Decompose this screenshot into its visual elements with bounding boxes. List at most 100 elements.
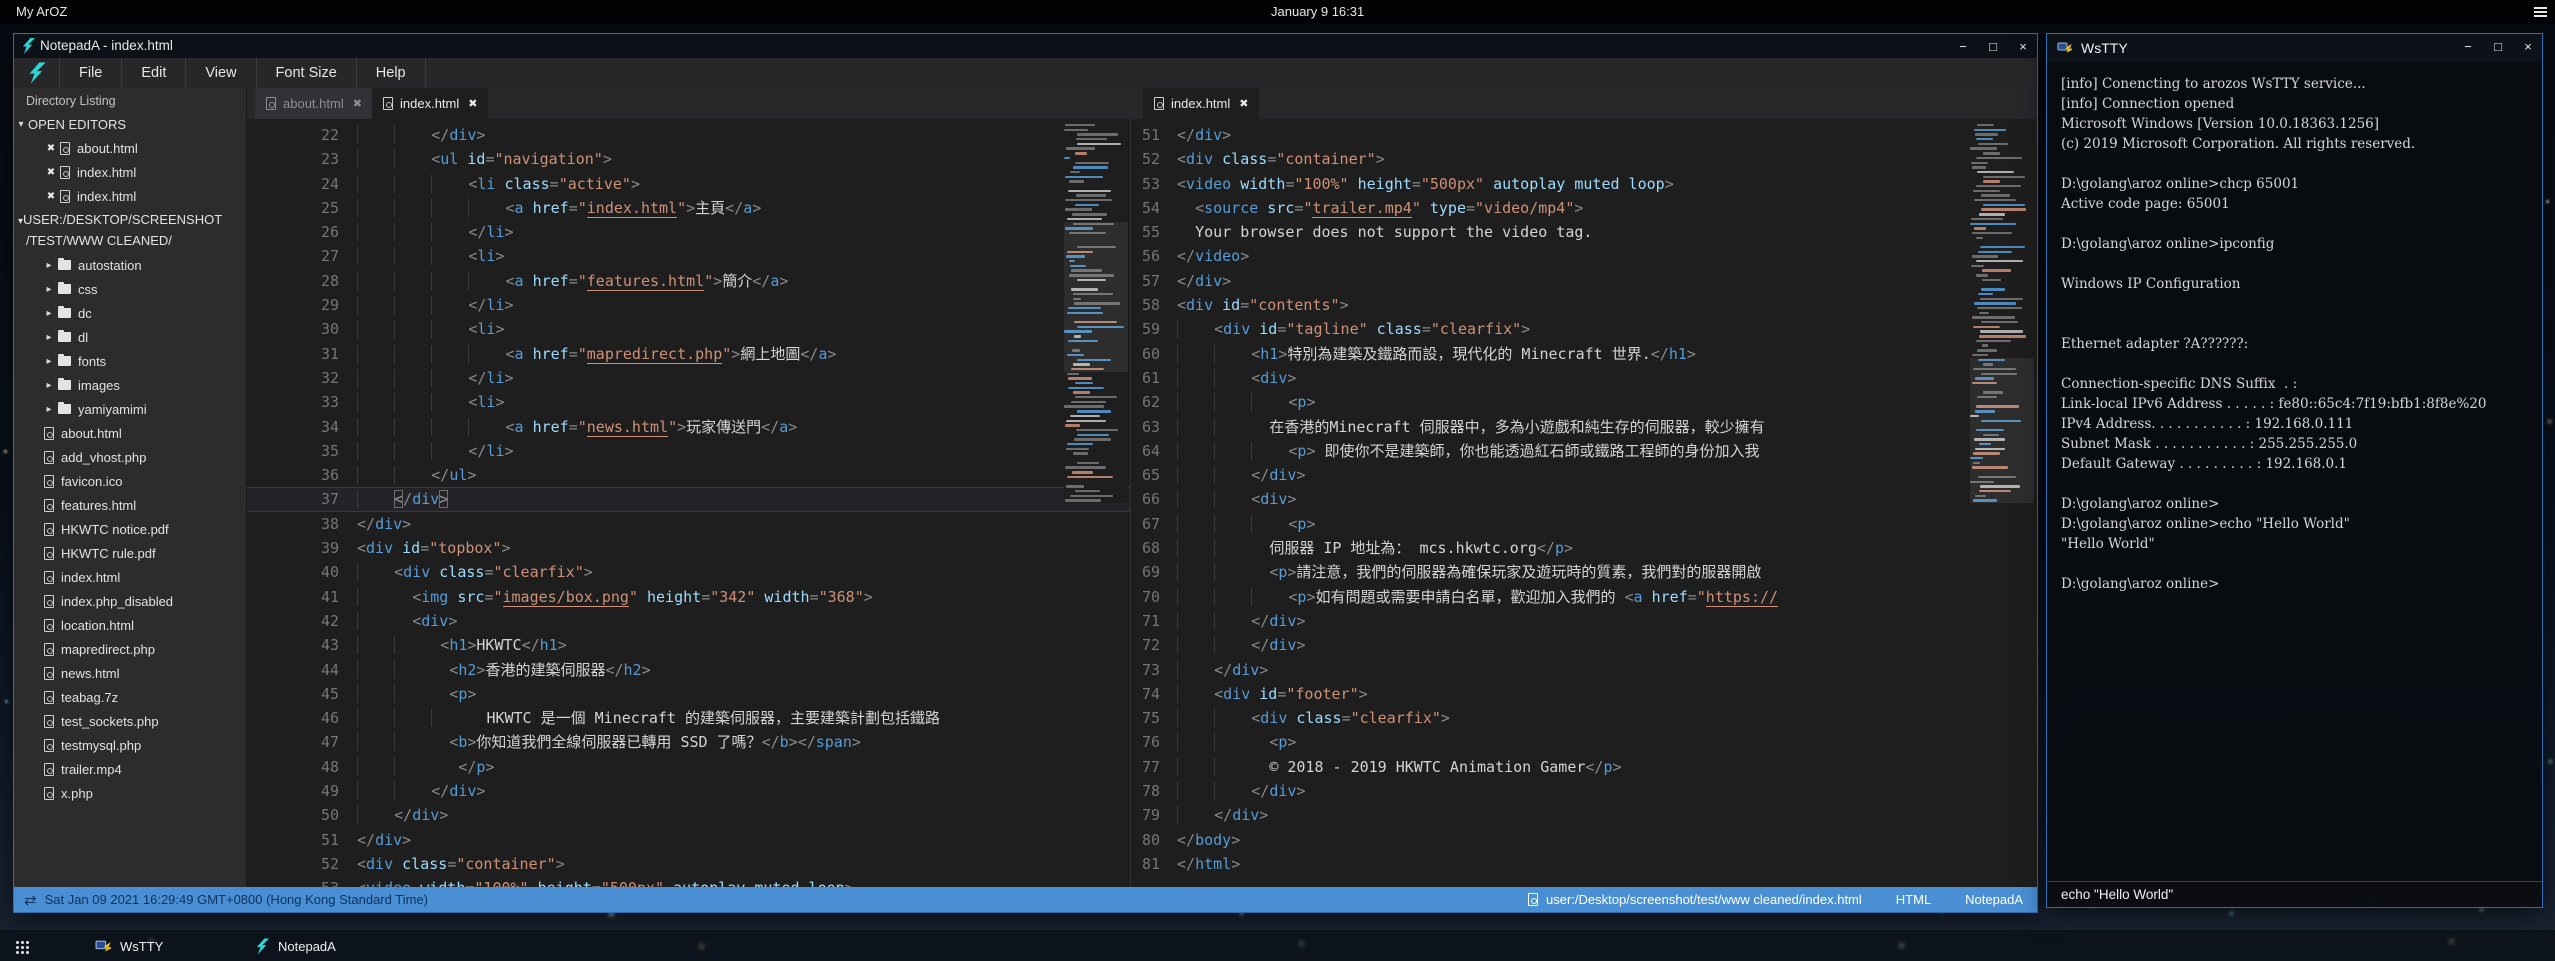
wstty-close-button[interactable]: × — [2520, 39, 2536, 54]
file-item[interactable]: news.html — [14, 661, 246, 685]
code-line-61[interactable]: 61 <div> — [1131, 366, 2040, 390]
code-line-81[interactable]: 81</html> — [1131, 852, 2040, 876]
folder-item-dc[interactable]: ▸dc — [14, 301, 246, 325]
folder-item-dl[interactable]: ▸dl — [14, 325, 246, 349]
code-line-62[interactable]: 62 <p> — [1131, 390, 2040, 414]
folder-item-fonts[interactable]: ▸fonts — [14, 349, 246, 373]
code-line-55[interactable]: 55 Your browser does not support the vid… — [1131, 220, 2040, 244]
file-item[interactable]: HKWTC rule.pdf — [14, 541, 246, 565]
code-line-28[interactable]: 28 <a href="features.html">簡介</a> — [247, 269, 1130, 293]
code-line-76[interactable]: 76 <p> — [1131, 730, 2040, 754]
tab-index.html[interactable]: index.html✖ — [1143, 88, 1259, 119]
code-line-53[interactable]: 53<video width="100%" height="500px" aut… — [247, 876, 1130, 887]
terminal-output[interactable]: [info] Conencting to arozos WsTTY servic… — [2047, 62, 2542, 881]
notepada-minimize-button[interactable]: − — [1955, 39, 1971, 54]
file-item[interactable]: add_vhost.php — [14, 445, 246, 469]
code-line-31[interactable]: 31 <a href="mapredirect.php">網上地圖</a> — [247, 342, 1130, 366]
code-line-37[interactable]: 37 </div> — [247, 487, 1130, 511]
menu-help[interactable]: Help — [357, 58, 426, 88]
code-line-72[interactable]: 72 </div> — [1131, 633, 2040, 657]
menu-file[interactable]: File — [60, 58, 122, 88]
code-line-43[interactable]: 43 <h1>HKWTC</h1> — [247, 633, 1130, 657]
code-line-35[interactable]: 35 </li> — [247, 439, 1130, 463]
taskbar-item-wstty[interactable]: WsTTY — [95, 930, 163, 961]
minimap-left[interactable] — [1064, 123, 1128, 503]
menu-font-size[interactable]: Font Size — [257, 58, 357, 88]
tab-index.html[interactable]: index.html✖ — [372, 88, 488, 119]
file-item[interactable]: index.html — [14, 565, 246, 589]
file-item[interactable]: teabag.7z — [14, 685, 246, 709]
code-line-75[interactable]: 75 <div class="clearfix"> — [1131, 706, 2040, 730]
app-launcher-grid-icon[interactable] — [16, 941, 19, 944]
code-line-30[interactable]: 30 <li> — [247, 317, 1130, 341]
code-line-52[interactable]: 52<div class="container"> — [1131, 147, 2040, 171]
code-line-54[interactable]: 54 <source src="trailer.mp4" type="video… — [1131, 196, 2040, 220]
folder-item-css[interactable]: ▸css — [14, 277, 246, 301]
code-line-41[interactable]: 41 <img src="images/box.png" height="342… — [247, 585, 1130, 609]
open-editor-item[interactable]: ✖index.html — [14, 184, 246, 208]
code-line-47[interactable]: 47 <b>你知道我們全線伺服器已轉用 SSD 了嗎？</b></span> — [247, 730, 1130, 754]
file-item[interactable]: about.html — [14, 421, 246, 445]
code-line-23[interactable]: 23 <ul id="navigation"> — [247, 147, 1130, 171]
editor-pane-right[interactable]: 51</div>52<div class="container">53<vide… — [1130, 119, 2040, 887]
system-menu-title[interactable]: My ArOZ — [16, 4, 67, 19]
file-item[interactable]: location.html — [14, 613, 246, 637]
code-line-56[interactable]: 56</video> — [1131, 244, 2040, 268]
close-editor-icon[interactable]: ✖ — [44, 167, 58, 178]
close-editor-icon[interactable]: ✖ — [44, 191, 58, 202]
open-editor-item[interactable]: ✖index.html — [14, 160, 246, 184]
code-line-57[interactable]: 57</div> — [1131, 269, 2040, 293]
file-item[interactable]: testmysql.php — [14, 733, 246, 757]
code-line-27[interactable]: 27 <li> — [247, 244, 1130, 268]
code-line-73[interactable]: 73 </div> — [1131, 658, 2040, 682]
minimap-viewport[interactable] — [1970, 358, 2034, 503]
file-item[interactable]: index.php_disabled — [14, 589, 246, 613]
code-line-71[interactable]: 71 </div> — [1131, 609, 2040, 633]
editor-pane-left[interactable]: 22 </div>23 <ul id="navigation">24 <li c… — [247, 119, 1130, 887]
file-item[interactable]: HKWTC notice.pdf — [14, 517, 246, 541]
file-item[interactable]: mapredirect.php — [14, 637, 246, 661]
close-editor-icon[interactable]: ✖ — [44, 143, 58, 154]
code-line-78[interactable]: 78 </div> — [1131, 779, 2040, 803]
close-tab-icon[interactable]: ✖ — [353, 97, 362, 110]
code-line-67[interactable]: 67 <p> — [1131, 512, 2040, 536]
close-tab-icon[interactable]: ✖ — [468, 97, 477, 110]
code-line-50[interactable]: 50 </div> — [247, 803, 1130, 827]
terminal-command-input[interactable]: echo "Hello World" — [2047, 881, 2542, 907]
menu-view[interactable]: View — [186, 58, 256, 88]
directory-root-item[interactable]: ▾USER:/DESKTOP/SCREENSHOT/TEST/WWW CLEAN… — [14, 208, 246, 253]
folder-item-images[interactable]: ▸images — [14, 373, 246, 397]
open-editors-section-header[interactable]: ▾OPEN EDITORS — [14, 112, 246, 136]
code-line-70[interactable]: 70 <p>如有問題或需要申請白名單，歡迎加入我們的 <a href="http… — [1131, 585, 2040, 609]
code-line-39[interactable]: 39<div id="topbox"> — [247, 536, 1130, 560]
code-line-33[interactable]: 33 <li> — [247, 390, 1130, 414]
code-line-29[interactable]: 29 </li> — [247, 293, 1130, 317]
code-line-79[interactable]: 79 </div> — [1131, 803, 2040, 827]
minimap-viewport[interactable] — [1064, 222, 1128, 372]
code-line-24[interactable]: 24 <li class="active"> — [247, 172, 1130, 196]
code-line-64[interactable]: 64 <p> 即使你不是建築師，你也能透過紅石師或鐵路工程師的身份加入我 — [1131, 439, 2040, 463]
menu-edit[interactable]: Edit — [122, 58, 186, 88]
code-line-45[interactable]: 45 <p> — [247, 682, 1130, 706]
close-tab-icon[interactable]: ✖ — [1239, 97, 1248, 110]
code-line-60[interactable]: 60 <h1>特別為建築及鐵路而設，現代化的 Minecraft 世界.</h1… — [1131, 342, 2040, 366]
code-line-77[interactable]: 77 © 2018 - 2019 HKWTC Animation Gamer</… — [1131, 755, 2040, 779]
file-item[interactable]: trailer.mp4 — [14, 757, 246, 781]
file-item[interactable]: favicon.ico — [14, 469, 246, 493]
file-item[interactable]: features.html — [14, 493, 246, 517]
code-line-58[interactable]: 58<div id="contents"> — [1131, 293, 2040, 317]
hamburger-menu-icon[interactable] — [2534, 7, 2547, 17]
code-line-80[interactable]: 80</body> — [1131, 828, 2040, 852]
code-line-68[interactable]: 68 伺服器 IP 地址為： mcs.hkwtc.org</p> — [1131, 536, 2040, 560]
code-line-53[interactable]: 53<video width="100%" height="500px" aut… — [1131, 172, 2040, 196]
code-line-38[interactable]: 38</div> — [247, 512, 1130, 536]
code-line-65[interactable]: 65 </div> — [1131, 463, 2040, 487]
code-line-69[interactable]: 69 <p>請注意，我們的伺服器為確保玩家及遊玩時的質素，我們對的服器開啟 — [1131, 560, 2040, 584]
notepada-close-button[interactable]: × — [2015, 39, 2031, 54]
statusbar-language-mode[interactable]: HTML — [1896, 892, 1931, 907]
folder-item-yamiyamimi[interactable]: ▸yamiyamimi — [14, 397, 246, 421]
wstty-maximize-button[interactable]: □ — [2490, 39, 2506, 54]
code-line-48[interactable]: 48 </p> — [247, 755, 1130, 779]
code-line-51[interactable]: 51</div> — [247, 828, 1130, 852]
taskbar-item-notepada[interactable]: NotepadA — [255, 930, 336, 961]
